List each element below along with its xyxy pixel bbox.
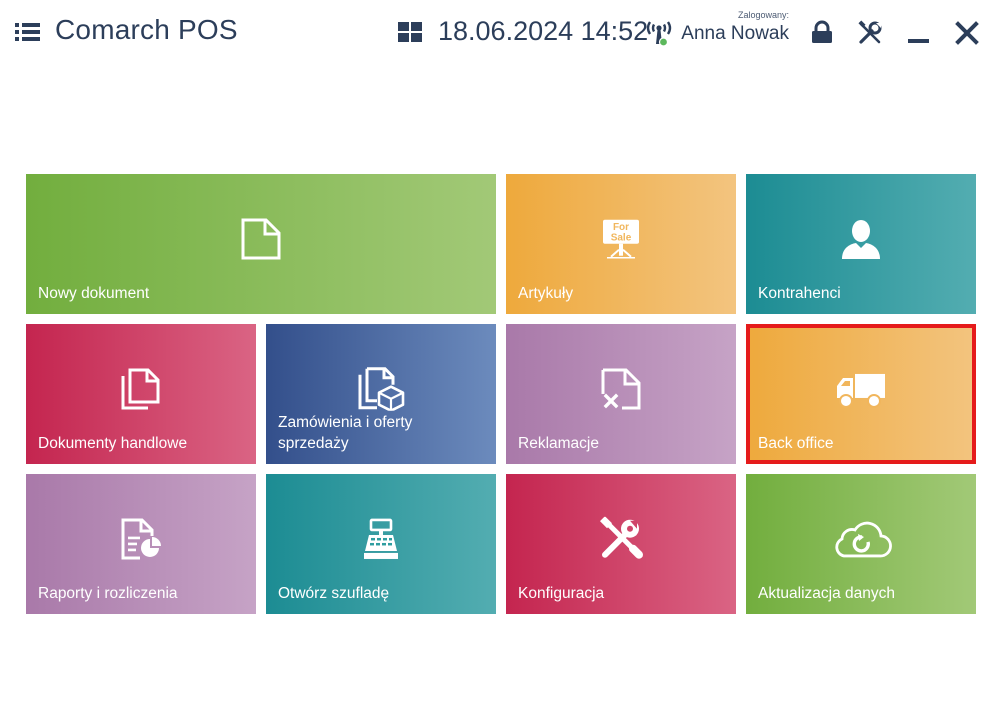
tools-icon [599, 516, 643, 559]
minimize-icon[interactable] [906, 20, 932, 46]
logged-caption: Zalogowany: [737, 10, 789, 20]
truck-icon [837, 373, 885, 408]
tile-label: Reklamacje [518, 435, 599, 452]
tile-label: Raporty i rozliczenia [38, 585, 178, 602]
datetime-display: 18.06.2024 14:52 [438, 16, 649, 46]
documents-box-icon [358, 367, 405, 411]
app-title: Comarch POS [55, 14, 238, 45]
for-sale-sign-icon: For Sale [603, 219, 639, 259]
tile-artykuly[interactable]: For Sale Artykuły [506, 174, 736, 314]
tile-back-office[interactable]: Back office [746, 324, 976, 464]
tile-label: Konfiguracja [518, 585, 605, 602]
tile-label: Kontrahenci [758, 285, 841, 302]
close-icon[interactable] [954, 20, 980, 46]
grid-icon[interactable] [398, 22, 422, 42]
lock-icon[interactable] [809, 20, 835, 46]
tile-dokumenty-handlowe[interactable]: Dokumenty handlowe [26, 324, 256, 464]
tile-reklamacje[interactable]: Reklamacje [506, 324, 736, 464]
tile-aktualizacja-danych[interactable]: Aktualizacja danych [746, 474, 976, 614]
document-x-icon [601, 368, 641, 410]
documents-icon [121, 368, 160, 410]
for-sale-sign-text-2: Sale [611, 233, 632, 244]
tile-konfiguracja[interactable]: Konfiguracja [506, 474, 736, 614]
document-icon [241, 218, 281, 260]
for-sale-sign-text-1: For [613, 222, 629, 233]
tile-label: Otwórz szufladę [278, 585, 390, 602]
tile-kontrahenci[interactable]: Kontrahenci [746, 174, 976, 314]
cloud-refresh-icon [835, 521, 892, 558]
report-icon [121, 518, 161, 560]
tile-label: Dokumenty handlowe [38, 435, 188, 452]
tile-label: Nowy dokument [38, 285, 150, 302]
tile-raporty-rozliczenia[interactable]: Raporty i rozliczenia [26, 474, 256, 614]
tile-otworz-szuflade[interactable]: Otwórz szufladę [266, 474, 496, 614]
person-icon [842, 219, 880, 259]
top-bar: Comarch POS 18.06.2024 14:52 Zalogowany:… [0, 0, 988, 66]
logged-user: Zalogowany: Anna Nowak [681, 10, 789, 46]
tile-zamowienia-oferty[interactable]: Zamówienia i oferty sprzedaży [266, 324, 496, 464]
user-name: Anna Nowak [681, 23, 789, 44]
menu-icon[interactable] [15, 22, 40, 42]
antenna-icon [646, 21, 672, 47]
tile-label: Back office [758, 435, 834, 452]
tools-icon[interactable] [857, 20, 883, 46]
cash-register-icon [364, 518, 398, 559]
tile-label: Aktualizacja danych [758, 585, 895, 602]
tile-label: Artykuły [518, 285, 574, 302]
tile-nowy-dokument[interactable]: Nowy dokument [26, 174, 496, 314]
tile-label: Zamówienia i oferty sprzedaży [278, 414, 413, 452]
